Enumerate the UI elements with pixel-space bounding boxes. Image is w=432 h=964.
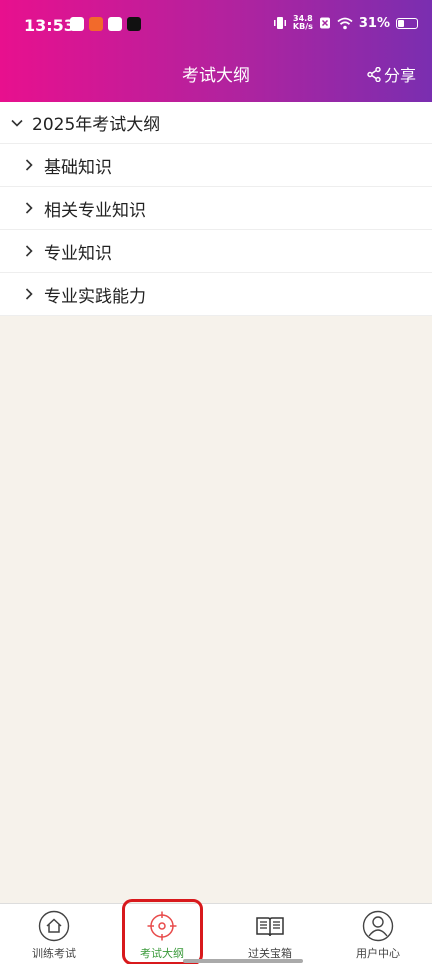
tree-item-label: 专业知识: [44, 243, 112, 264]
tab-label: 用户中心: [356, 947, 400, 960]
tree-item-label: 相关专业知识: [44, 200, 146, 221]
tab-user-center[interactable]: 用户中心: [324, 904, 432, 964]
tree-item-practice-ability[interactable]: 专业实践能力: [0, 273, 432, 316]
tab-training-exam[interactable]: 训练考试: [0, 904, 108, 964]
tab-label: 考试大纲: [140, 947, 184, 960]
app-header: 13:53 34.8 KB/s 31% 考试大纲 分享: [0, 0, 432, 102]
vibrate-icon: [273, 17, 286, 29]
home-icon: [38, 910, 70, 942]
notification-icons: [70, 17, 141, 31]
syllabus-tree: 2025年考试大纲 基础知识 相关专业知识 专业知识 专业实践能力: [0, 102, 432, 316]
no-sim-icon: [319, 17, 330, 29]
share-label: 分享: [383, 66, 416, 85]
tiktok-notification-icon: [127, 17, 141, 31]
wifi-icon: [337, 17, 353, 29]
tab-label: 训练考试: [32, 947, 76, 960]
chevron-right-icon: [25, 159, 33, 171]
network-speed: 34.8 KB/s: [293, 15, 313, 31]
chevron-right-icon: [25, 202, 33, 214]
status-right: 34.8 KB/s 31%: [273, 15, 418, 31]
tree-item-label: 基础知识: [44, 157, 112, 178]
bottom-nav: 训练考试 考试大纲 过关宝箱 用户中心: [0, 903, 432, 964]
battery-icon: [396, 17, 418, 29]
tree-item-related-knowledge[interactable]: 相关专业知识: [0, 187, 432, 230]
status-bar: 13:53 34.8 KB/s 31%: [0, 0, 432, 52]
mail-notification-icon: [108, 17, 122, 31]
user-icon: [362, 910, 394, 942]
tree-item-basic-knowledge[interactable]: 基础知识: [0, 144, 432, 187]
share-icon: [367, 66, 381, 82]
app-notification-icon: [70, 17, 84, 31]
chevron-right-icon: [25, 245, 33, 257]
battery-percent: 31%: [358, 15, 390, 31]
tree-item-professional-knowledge[interactable]: 专业知识: [0, 230, 432, 273]
chevron-right-icon: [25, 288, 33, 300]
network-speed-unit: KB/s: [292, 22, 313, 31]
app-notification-icon: [89, 17, 103, 31]
status-time: 13:53: [24, 16, 75, 35]
chevron-down-icon: [11, 119, 23, 127]
home-indicator: [183, 959, 303, 963]
tab-pass-treasure[interactable]: 过关宝箱: [216, 904, 324, 964]
tree-root-label: 2025年考试大纲: [32, 115, 161, 135]
tree-root-2025[interactable]: 2025年考试大纲: [0, 102, 432, 144]
target-icon: [147, 911, 177, 941]
tree-item-label: 专业实践能力: [44, 286, 146, 307]
tab-exam-syllabus[interactable]: 考试大纲: [108, 904, 216, 964]
book-icon: [256, 917, 284, 937]
share-button[interactable]: 分享: [367, 62, 416, 86]
